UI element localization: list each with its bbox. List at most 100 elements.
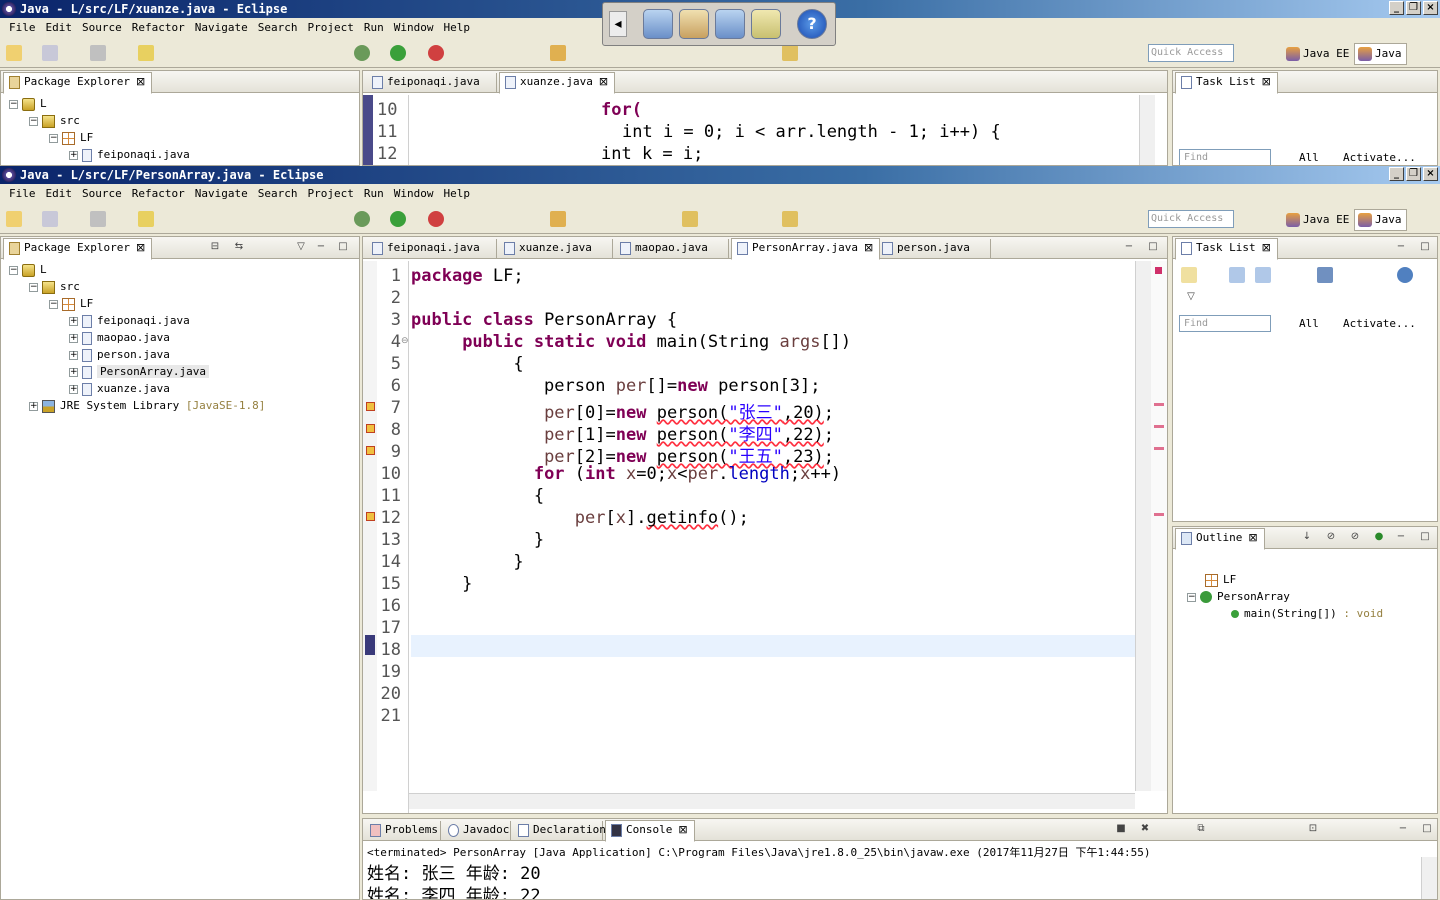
tab-declaration[interactable]: Declaration xyxy=(513,821,606,841)
code-line[interactable]: for (int x=0;x<per.length;x++) xyxy=(411,464,841,484)
open-type-icon[interactable] xyxy=(550,211,566,227)
code-line[interactable]: per[x].getinfo(); xyxy=(411,508,749,528)
minimize-view-icon[interactable]: − xyxy=(1395,241,1407,253)
minimize-button[interactable]: _ xyxy=(1389,1,1404,15)
arrow-left-icon[interactable]: ◂ xyxy=(609,11,627,37)
menu-navigate[interactable]: Navigate xyxy=(190,18,253,38)
outline-method[interactable]: main(String[]) : void xyxy=(1231,605,1383,622)
tab-outline[interactable]: Outline ⊠ xyxy=(1175,528,1265,550)
tree-item-package[interactable]: − LF xyxy=(49,295,93,312)
collapse-all-icon[interactable]: ⊟ xyxy=(209,241,221,253)
task-all-link[interactable]: All xyxy=(1299,317,1319,330)
hide-static-icon[interactable]: ⊘ xyxy=(1349,531,1361,543)
tab-person[interactable]: person.java xyxy=(877,239,991,259)
console-scrollbar[interactable] xyxy=(1421,857,1437,899)
menu-project[interactable]: Project xyxy=(302,18,358,38)
highlight-icon[interactable] xyxy=(138,211,154,227)
perspective-java-ee[interactable]: Java EE xyxy=(1282,43,1354,65)
debug-icon[interactable] xyxy=(354,45,370,61)
tab-personarray[interactable]: PersonArray.java ⊠ xyxy=(731,238,881,260)
menu-help[interactable]: Help xyxy=(438,18,475,38)
categorize-icon[interactable] xyxy=(1229,267,1245,283)
link-editor-icon[interactable]: ⇆ xyxy=(233,241,245,253)
run-icon[interactable] xyxy=(390,45,406,61)
help-icon[interactable]: ? xyxy=(797,9,827,39)
menu-edit[interactable]: Edit xyxy=(41,184,78,204)
close-button[interactable]: × xyxy=(1423,1,1438,15)
maximize-view-icon[interactable]: □ xyxy=(1421,823,1433,835)
menu-search[interactable]: Search xyxy=(253,184,303,204)
maximize-view-icon[interactable]: □ xyxy=(1147,241,1159,253)
external-tools-icon[interactable] xyxy=(428,45,444,61)
schedule-icon[interactable] xyxy=(1255,267,1271,283)
tree-item-file[interactable]: + xuanze.java xyxy=(69,380,170,397)
task-find-input[interactable]: Find xyxy=(1179,149,1271,165)
tab-maopao[interactable]: maopao.java xyxy=(615,239,729,259)
tree-item-file[interactable]: + person.java xyxy=(69,346,170,363)
menu-refactor[interactable]: Refactor xyxy=(127,184,190,204)
editor-scrollbar[interactable] xyxy=(1139,95,1155,165)
menu-source[interactable]: Source xyxy=(77,18,127,38)
code-line[interactable]: } xyxy=(411,530,544,550)
menu-refactor[interactable]: Refactor xyxy=(127,18,190,38)
tab-javadoc[interactable]: Javadoc xyxy=(443,821,511,841)
menu-run[interactable]: Run xyxy=(359,184,389,204)
terminate-icon[interactable]: ■ xyxy=(1115,823,1127,835)
tab-xuanze[interactable]: xuanze.java xyxy=(499,239,613,259)
menu-window[interactable]: Window xyxy=(389,18,439,38)
print-icon[interactable] xyxy=(90,211,106,227)
fold-icon[interactable]: ⊖ xyxy=(401,336,409,346)
code-line[interactable]: package LF; xyxy=(411,266,524,286)
task-activate-link[interactable]: Activate... xyxy=(1343,317,1416,330)
tab-xuanze[interactable]: xuanze.java ⊠ xyxy=(499,72,616,94)
quick-access-input[interactable]: Quick Access xyxy=(1148,44,1234,62)
maximize-view-icon[interactable]: □ xyxy=(1419,531,1431,543)
restore-button[interactable]: ❐ xyxy=(1406,167,1421,181)
next-annotation-icon[interactable] xyxy=(682,211,698,227)
hide-fields-icon[interactable]: ⊘ xyxy=(1325,531,1337,543)
new-icon[interactable] xyxy=(6,211,22,227)
back-icon[interactable] xyxy=(782,211,798,227)
external-tools-icon[interactable] xyxy=(428,211,444,227)
menu-navigate[interactable]: Navigate xyxy=(190,184,253,204)
scroll-lock-icon[interactable]: ⧉ xyxy=(1195,823,1207,835)
task-activate-link[interactable]: Activate... xyxy=(1343,151,1416,164)
tab-console[interactable]: Console ⊠ xyxy=(605,820,695,842)
menu-project[interactable]: Project xyxy=(302,184,358,204)
quick-access-input[interactable]: Quick Access xyxy=(1148,210,1234,228)
minimize-view-icon[interactable]: − xyxy=(315,241,327,253)
minimize-view-icon[interactable]: − xyxy=(1395,531,1407,543)
menu-file[interactable]: File xyxy=(4,18,41,38)
code-line[interactable]: { xyxy=(411,486,544,506)
tab-package-explorer[interactable]: Package Explorer ⊠ xyxy=(3,238,153,260)
open-type-icon[interactable] xyxy=(550,45,566,61)
tree-item-file[interactable]: + PersonArray.java xyxy=(69,363,209,380)
minimize-view-icon[interactable]: − xyxy=(1123,241,1135,253)
tree-item-file[interactable]: + maopao.java xyxy=(69,329,170,346)
view-menu-icon[interactable]: ▽ xyxy=(295,241,307,253)
save-icon[interactable] xyxy=(42,211,58,227)
maximize-view-icon[interactable]: □ xyxy=(1419,241,1431,253)
menu-run[interactable]: Run xyxy=(359,18,389,38)
new-task-icon[interactable] xyxy=(1181,267,1197,283)
tab-feiponaqi[interactable]: feiponaqi.java xyxy=(367,73,497,93)
new-icon[interactable] xyxy=(6,45,22,61)
menu-file[interactable]: File xyxy=(4,184,41,204)
task-find-input[interactable]: Find xyxy=(1179,315,1271,332)
code-line[interactable]: } xyxy=(411,574,472,594)
perspective-java-ee[interactable]: Java EE xyxy=(1282,209,1354,231)
menu-help[interactable]: Help xyxy=(438,184,475,204)
tree-item-library[interactable]: + JRE System Library [JavaSE-1.8] xyxy=(29,397,265,414)
outline-package[interactable]: LF xyxy=(1205,571,1236,588)
minimize-button[interactable]: _ xyxy=(1389,167,1404,181)
editor-horizontal-scrollbar[interactable] xyxy=(409,793,1135,809)
tab-feiponaqi[interactable]: feiponaqi.java xyxy=(367,239,497,259)
minimize-view-icon[interactable]: − xyxy=(1397,823,1409,835)
remove-launch-icon[interactable]: ✖ xyxy=(1139,823,1151,835)
tab-task-list[interactable]: Task List ⊠ xyxy=(1175,72,1278,94)
tree-item-src[interactable]: − src xyxy=(29,278,80,295)
menu-edit[interactable]: Edit xyxy=(41,18,78,38)
hide-nonpublic-icon[interactable]: ● xyxy=(1373,531,1385,543)
code-line[interactable]: for( xyxy=(601,100,642,120)
code-line[interactable]: public class PersonArray { xyxy=(411,310,677,330)
